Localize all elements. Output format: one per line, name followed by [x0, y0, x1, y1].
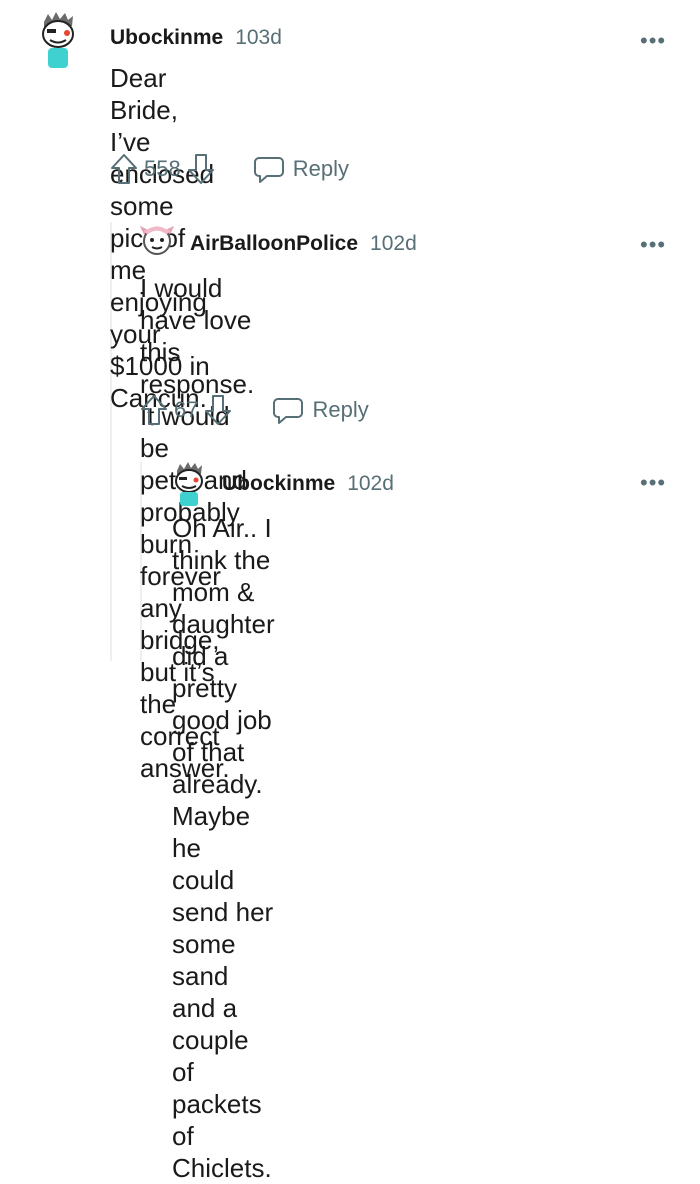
comment-age[interactable]: 103d — [235, 26, 282, 50]
username[interactable]: Ubockinme — [110, 26, 223, 50]
comment-body-line: Oh Air.. I think the mom & daughter did … — [172, 513, 275, 671]
comment-body: Oh Air.. I think the mom & daughter did … — [172, 512, 275, 1184]
comment-body-line: pretty good job of that already. Maybe h… — [172, 673, 272, 863]
upvote-icon[interactable] — [140, 393, 168, 427]
username[interactable]: Ubockinme — [222, 472, 335, 496]
reply-label: Reply — [312, 397, 369, 422]
comment-body-line: of packets of Chiclets. — [172, 1057, 272, 1183]
reply-button[interactable]: Reply — [272, 395, 369, 425]
vote-score: 558 — [144, 156, 181, 181]
upvote-icon[interactable] — [110, 152, 138, 186]
reply-icon — [272, 395, 304, 425]
comment-body-line: could send her some sand and a couple — [172, 865, 274, 1055]
comment-body-line: I would have love this response. It woul… — [140, 273, 255, 463]
reply-icon — [253, 154, 285, 184]
more-options-icon[interactable]: ••• — [640, 234, 666, 256]
username[interactable]: AirBalloonPolice — [190, 232, 358, 256]
reply-button[interactable]: Reply — [253, 154, 349, 184]
downvote-icon[interactable] — [187, 152, 215, 186]
downvote-icon[interactable] — [204, 393, 232, 427]
comment-age[interactable]: 102d — [347, 472, 394, 496]
user-avatar[interactable] — [139, 224, 175, 258]
user-avatar[interactable] — [172, 462, 206, 506]
more-options-icon[interactable]: ••• — [640, 472, 666, 494]
reply-label: Reply — [292, 156, 349, 181]
vote-score: 67 — [174, 397, 199, 422]
more-options-icon[interactable]: ••• — [640, 30, 666, 52]
user-avatar[interactable] — [38, 12, 78, 68]
comment-age[interactable]: 102d — [370, 232, 417, 256]
